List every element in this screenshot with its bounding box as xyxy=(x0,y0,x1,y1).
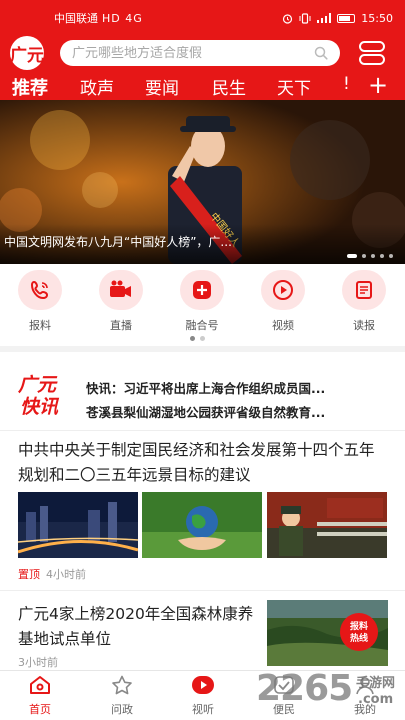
battery-icon xyxy=(337,13,356,23)
quick-actions: 报料 直播 融合号 视频 读报 xyxy=(0,264,405,346)
article-title[interactable]: 广元4家上榜2020年全国森林康养基地试点单位 xyxy=(18,602,258,652)
flash-item[interactable]: 苍溪县梨仙湖湿地公园获评省级自然教育... xyxy=(86,402,386,421)
hotline-badge-icon[interactable]: 报料 热线 xyxy=(337,612,381,652)
banner-caption[interactable]: 中国文明网发布八九月“中国好人榜”，广... xyxy=(4,233,232,250)
tab-news[interactable]: 要闻 xyxy=(145,74,179,99)
search-icon[interactable] xyxy=(314,46,328,60)
add-channel-button[interactable]: + xyxy=(368,72,388,98)
play-icon xyxy=(273,280,293,300)
vibrate-icon xyxy=(299,12,311,24)
nav-inquiry[interactable]: 问政 xyxy=(92,675,152,717)
signal-icon xyxy=(317,13,332,23)
live-button[interactable]: 直播 xyxy=(96,270,146,333)
app-logo[interactable]: 广元 xyxy=(10,36,44,70)
live-label: 直播 xyxy=(110,319,132,332)
svg-text:热线: 热线 xyxy=(350,632,368,644)
nav-media[interactable]: 视听 xyxy=(173,675,233,717)
nav-home-label: 首页 xyxy=(29,703,51,716)
video-camera-icon xyxy=(110,280,131,297)
nav-home[interactable]: 首页 xyxy=(10,675,70,717)
news-feed: 广元 快讯 快讯：习近平将出席上海合作组织成员国... 苍溪县梨仙湖湿地公园获评… xyxy=(0,352,405,670)
plus-icon xyxy=(193,281,211,299)
svg-text:报料: 报料 xyxy=(350,620,368,632)
alarm-icon xyxy=(283,13,293,24)
watermark-suffix: .com xyxy=(358,692,394,707)
nav-media-label: 视听 xyxy=(192,703,214,716)
phone-icon xyxy=(30,280,49,300)
newspaper-icon xyxy=(356,281,372,299)
search-bar[interactable] xyxy=(60,40,340,66)
article-time: 3小时前 xyxy=(18,656,58,669)
article-meta: 3小时前 xyxy=(18,654,58,670)
nav-inquiry-label: 问政 xyxy=(111,703,133,716)
read-paper-label: 读报 xyxy=(353,319,375,332)
article-image-globe[interactable] xyxy=(142,492,262,558)
video-label: 视频 xyxy=(272,319,294,332)
home-icon xyxy=(30,676,50,694)
article-title[interactable]: 中共中央关于制定国民经济和社会发展第十四个五年规划和二〇三五年远景目标的建议 xyxy=(18,438,388,488)
star-icon xyxy=(112,675,132,695)
banner-pager[interactable] xyxy=(347,254,393,258)
network-indicator: HD 4G xyxy=(102,11,143,25)
divider xyxy=(0,590,405,591)
channel-tabs: 推荐 政声 要闻 民生 天下 ! xyxy=(0,72,405,105)
quick-actions-pager[interactable] xyxy=(190,336,205,341)
report-button[interactable]: 报料 xyxy=(15,270,65,333)
menu-icon[interactable] xyxy=(358,40,386,66)
read-paper-button[interactable]: 读报 xyxy=(339,270,389,333)
video-button[interactable]: 视频 xyxy=(258,270,308,333)
report-label: 报料 xyxy=(29,319,51,332)
media-account-label: 融合号 xyxy=(185,319,219,332)
article-thumbnail[interactable]: 报料 热线 xyxy=(267,600,388,666)
play-circle-icon xyxy=(192,676,214,694)
media-account-button[interactable]: 融合号 xyxy=(177,270,227,333)
site-watermark: 2265 手游网 .com xyxy=(256,666,405,720)
tab-recommend[interactable]: 推荐 xyxy=(12,74,48,105)
divider xyxy=(0,430,405,431)
flash-item[interactable]: 快讯：习近平将出席上海合作组织成员国... xyxy=(86,378,386,397)
article-meta: 置顶 4小时前 xyxy=(18,566,86,582)
watermark-site: 手游网 xyxy=(356,676,396,691)
tab-livelihood[interactable]: 民生 xyxy=(212,74,246,99)
app-header: 中国联通 HD 4G 15:50 广元 推荐 政声 要闻 民生 天下 ! + xyxy=(0,0,405,105)
article-image-military[interactable] xyxy=(267,492,387,558)
hero-banner[interactable]: 中国好人 中国文明网发布八九月“中国好人榜”，广... xyxy=(0,100,405,264)
article-time: 4小时前 xyxy=(46,568,86,581)
carrier-label: 中国联通 xyxy=(54,12,98,25)
search-input[interactable] xyxy=(72,45,314,61)
tab-truncated[interactable]: ! xyxy=(343,74,350,94)
tab-politics[interactable]: 政声 xyxy=(80,74,114,99)
clock: 15:50 xyxy=(361,11,393,25)
watermark-brand: 2265 xyxy=(256,668,353,709)
pinned-badge: 置顶 xyxy=(18,568,40,581)
article-image-city[interactable] xyxy=(18,492,138,558)
status-bar: 中国联通 HD 4G 15:50 xyxy=(0,0,405,36)
tab-world[interactable]: 天下 xyxy=(277,74,311,99)
flash-news-logo[interactable]: 广元 快讯 xyxy=(18,374,70,420)
